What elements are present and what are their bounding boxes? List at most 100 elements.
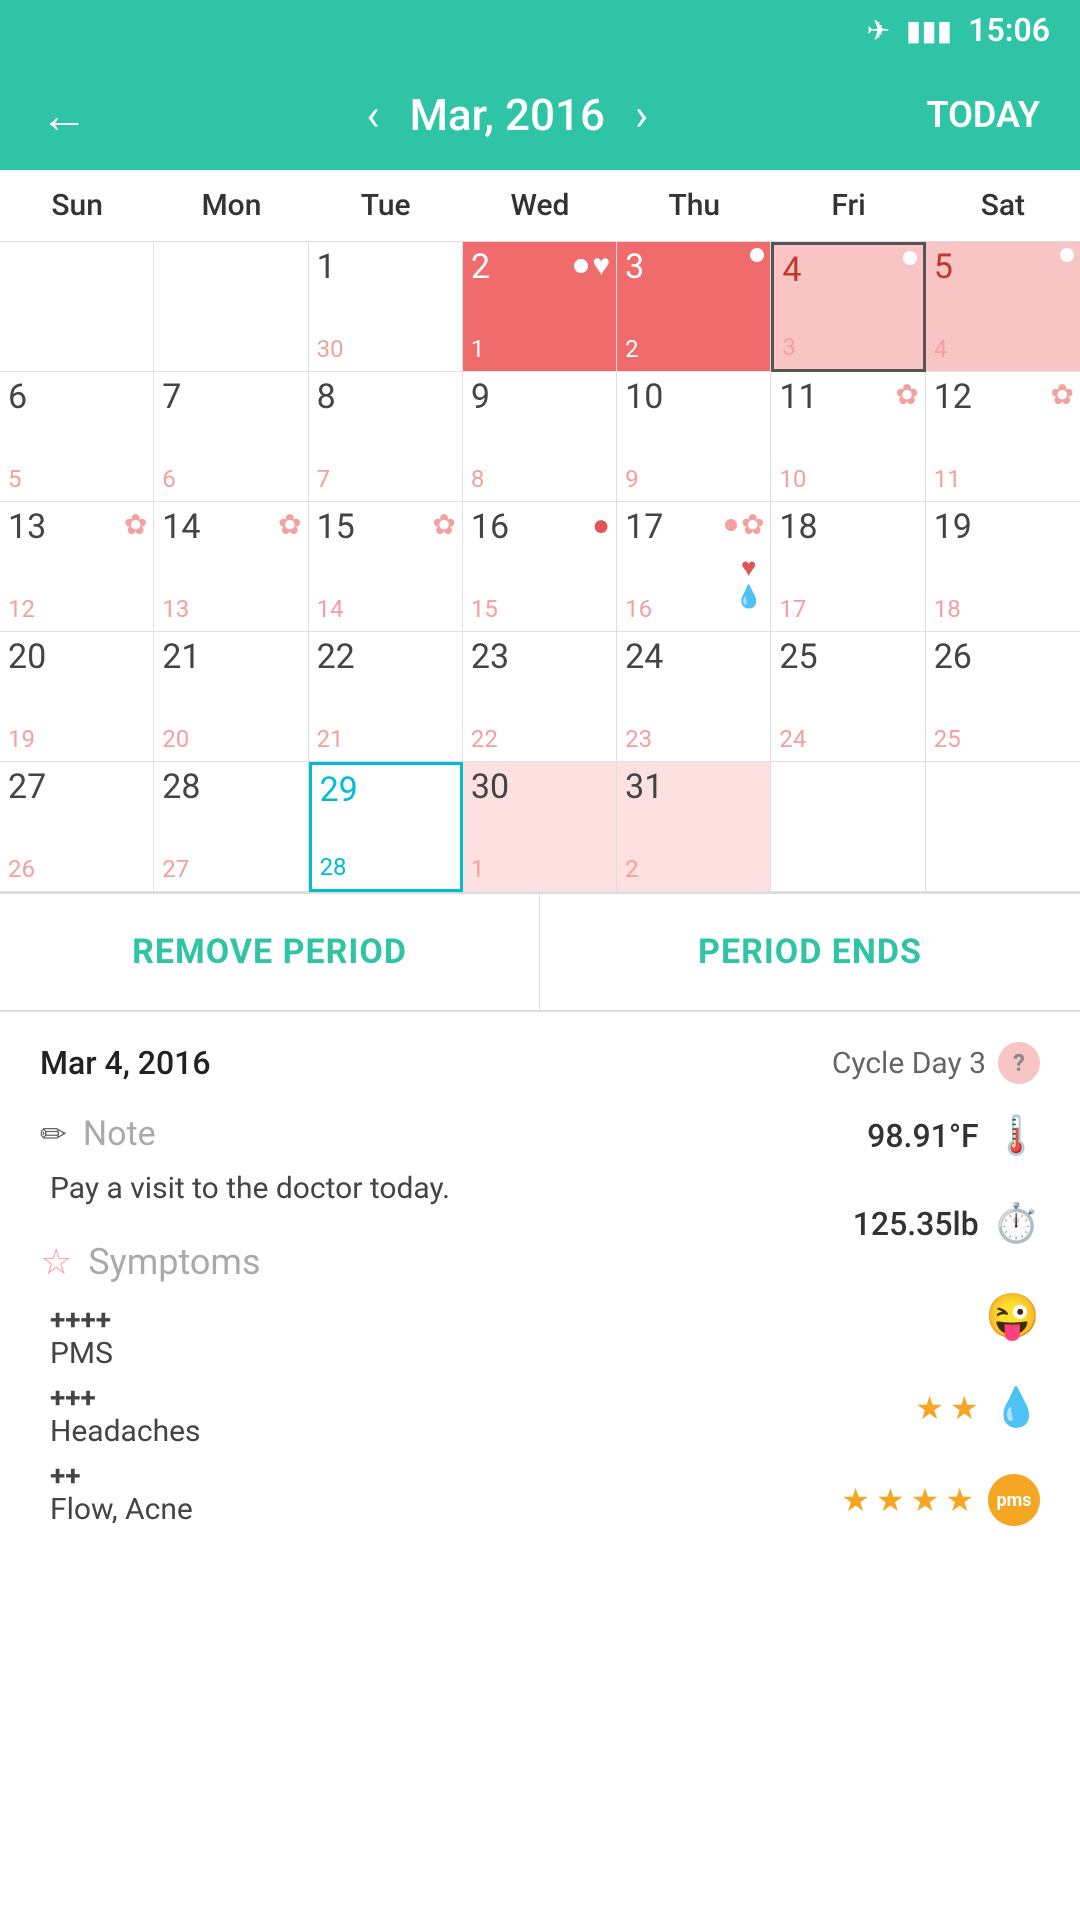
calendar-grid: 1 30 2 1 ♥ 3 2 4 3 5 4 6 5 7 6 — [0, 242, 1080, 894]
detail-header: Mar 4, 2016 Cycle Day 3 ? — [40, 1042, 1040, 1084]
calendar-cell-21[interactable]: 21 20 — [154, 632, 308, 762]
calendar-cell-17[interactable]: 17 16 ✿ ♥ 💧 — [617, 502, 771, 632]
blood-rating: ★ ★ 💧 — [760, 1386, 1040, 1430]
dot-icon — [903, 251, 917, 265]
symptom-item-acne: ++ Flow, Acne — [50, 1459, 740, 1527]
flower-icon: ✿ — [895, 378, 918, 411]
calendar-cell-16[interactable]: 16 15 ● — [463, 502, 617, 632]
calendar-cell-23[interactable]: 23 22 — [463, 632, 617, 762]
day-header-mon: Mon — [154, 170, 308, 241]
next-month-button[interactable]: › — [635, 89, 648, 141]
action-buttons-row: REMOVE PERIOD PERIOD ENDS — [0, 894, 1080, 1012]
detail-body: ✏ Note Pay a visit to the doctor today. … — [40, 1114, 1040, 1548]
calendar-cell-15[interactable]: 15 14 ✿ — [309, 502, 463, 632]
calendar-cell-8[interactable]: 8 7 — [309, 372, 463, 502]
symptom-item-pms: ++++ PMS — [50, 1303, 740, 1371]
cycle-day-label: Cycle Day 3 — [832, 1046, 986, 1081]
calendar-cell-7[interactable]: 7 6 — [154, 372, 308, 502]
calendar-header: ← ‹ Mar, 2016 › TODAY — [0, 60, 1080, 170]
calendar-cell-29[interactable]: 29 28 — [309, 762, 463, 892]
day-header-thu: Thu — [617, 170, 771, 241]
calendar-cell-22[interactable]: 22 21 — [309, 632, 463, 762]
note-section: ✏ Note Pay a visit to the doctor today. — [40, 1114, 740, 1211]
calendar-cell-2[interactable]: 2 1 ♥ — [463, 242, 617, 372]
calendar-cell-1[interactable]: 1 30 — [309, 242, 463, 372]
note-text: Pay a visit to the doctor today. — [50, 1166, 740, 1211]
pms-stars: ★ ★ ★ ★ — [841, 1481, 974, 1519]
day-header-wed: Wed — [463, 170, 617, 241]
calendar-cell-11[interactable]: 11 10 ✿ — [771, 372, 925, 502]
calendar-cell-4[interactable]: 4 3 — [771, 242, 925, 372]
flower-icon: ✿ — [741, 508, 764, 541]
current-month: Mar, 2016 — [409, 89, 605, 141]
symptom-plus-pms: ++++ — [50, 1303, 740, 1336]
symptom-plus-acne: ++ — [50, 1459, 740, 1492]
calendar-cell-3[interactable]: 3 2 — [617, 242, 771, 372]
cycle-help-button[interactable]: ? — [998, 1042, 1040, 1084]
back-button[interactable]: ← — [40, 87, 88, 144]
calendar-cell-26[interactable]: 26 25 — [926, 632, 1080, 762]
symptom-name-headaches: Headaches — [50, 1414, 740, 1449]
remove-period-button[interactable]: REMOVE PERIOD — [0, 894, 540, 1010]
today-button[interactable]: TODAY — [926, 94, 1040, 136]
flower-icon: ✿ — [432, 508, 455, 541]
period-ends-button[interactable]: PERIOD ENDS — [540, 894, 1080, 1010]
scale-icon: ⏱️ — [993, 1202, 1040, 1246]
calendar-cell-25[interactable]: 25 24 — [771, 632, 925, 762]
symptoms-star-icon: ☆ — [40, 1241, 72, 1283]
symptom-name-pms: PMS — [50, 1336, 740, 1371]
battery-icon: ▮▮▮ — [906, 14, 952, 47]
day-header-sat: Sat — [926, 170, 1080, 241]
pms-badge: pms — [988, 1474, 1040, 1526]
detail-section: Mar 4, 2016 Cycle Day 3 ? ✏ Note Pay a v… — [0, 1012, 1080, 1578]
calendar-cell-28[interactable]: 28 27 — [154, 762, 308, 892]
calendar-cell-empty — [0, 242, 154, 372]
heart-symbol: ♥ — [741, 552, 756, 583]
prev-month-button[interactable]: ‹ — [366, 89, 379, 141]
calendar-cell-19[interactable]: 19 18 — [926, 502, 1080, 632]
heart-icon: ♥ — [592, 248, 610, 283]
month-navigation: ‹ Mar, 2016 › — [366, 89, 648, 141]
flower-icon: ✿ — [1051, 378, 1074, 411]
pink-dot-icon — [725, 519, 737, 531]
calendar-cell-30[interactable]: 30 1 — [463, 762, 617, 892]
symptom-name-acne: Flow, Acne — [50, 1492, 740, 1527]
detail-date: Mar 4, 2016 — [40, 1044, 211, 1082]
mood-metric: 😜 — [760, 1290, 1040, 1342]
symptom-item-headaches: +++ Headaches — [50, 1381, 740, 1449]
calendar-cell-6[interactable]: 6 5 — [0, 372, 154, 502]
weight-value: 125.35lb — [853, 1205, 979, 1243]
red-dot-icon: ● — [592, 508, 610, 543]
calendar-cell-31[interactable]: 31 2 — [617, 762, 771, 892]
drop-symbol: 💧 — [735, 585, 762, 610]
calendar-cell-12[interactable]: 12 11 ✿ — [926, 372, 1080, 502]
calendar-cell-empty — [154, 242, 308, 372]
calendar-cell-5[interactable]: 5 4 — [926, 242, 1080, 372]
calendar-cell-27[interactable]: 27 26 — [0, 762, 154, 892]
dot-icon — [750, 248, 764, 262]
day-headers-row: Sun Mon Tue Wed Thu Fri Sat — [0, 170, 1080, 242]
emoji-icon: 😜 — [985, 1290, 1040, 1342]
calendar-cell-9[interactable]: 9 8 — [463, 372, 617, 502]
note-pencil-icon: ✏ — [40, 1115, 67, 1153]
flower-icon: ✿ — [278, 508, 301, 541]
calendar-cell-13[interactable]: 13 12 ✿ — [0, 502, 154, 632]
calendar-cell-14[interactable]: 14 13 ✿ — [154, 502, 308, 632]
blood-stars: ★ ★ — [915, 1389, 978, 1427]
calendar-cell-20[interactable]: 20 19 — [0, 632, 154, 762]
calendar-cell-24[interactable]: 24 23 — [617, 632, 771, 762]
day-header-tue: Tue — [309, 170, 463, 241]
weight-metric: 125.35lb ⏱️ — [760, 1202, 1040, 1246]
status-time: 15:06 — [968, 11, 1050, 49]
calendar-cell-empty — [926, 762, 1080, 892]
symptoms-label: Symptoms — [88, 1241, 260, 1283]
calendar-cell-18[interactable]: 18 17 — [771, 502, 925, 632]
calendar-cell-10[interactable]: 10 9 — [617, 372, 771, 502]
calendar-cell-empty — [771, 762, 925, 892]
dot-icon — [1060, 248, 1074, 262]
status-bar: ✈ ▮▮▮ 15:06 — [0, 0, 1080, 60]
detail-right-col: 98.91°F 🌡️ 125.35lb ⏱️ 😜 ★ ★ 💧 — [760, 1114, 1040, 1548]
day-header-fri: Fri — [771, 170, 925, 241]
temperature-value: 98.91°F — [867, 1117, 979, 1155]
cycle-day-info: Cycle Day 3 ? — [832, 1042, 1040, 1084]
